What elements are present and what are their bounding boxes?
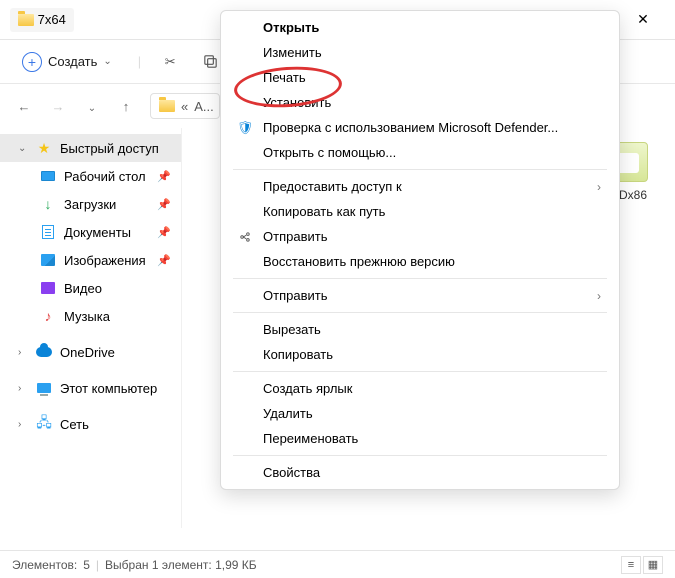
separator xyxy=(233,371,607,372)
separator xyxy=(233,312,607,313)
shield-icon: 🛡 xyxy=(237,120,253,136)
ctx-cut[interactable]: Вырезать xyxy=(221,317,619,342)
ctx-edit[interactable]: Изменить xyxy=(221,40,619,65)
cloud-icon xyxy=(36,344,52,360)
star-icon: ★ xyxy=(36,140,52,156)
sidebar-item-music[interactable]: ♪ Музыка xyxy=(0,302,181,330)
chevron-right-icon: › xyxy=(597,289,601,303)
ctx-properties[interactable]: Свойства xyxy=(221,460,619,485)
sidebar-item-network[interactable]: › 🖧 Сеть xyxy=(0,410,181,438)
forward-button[interactable]: → xyxy=(48,99,68,114)
ctx-share[interactable]: Отправить xyxy=(221,224,619,249)
view-toggle: ≡ ▦ xyxy=(621,556,663,574)
plus-icon: + xyxy=(22,52,42,72)
copy-icon[interactable] xyxy=(199,51,221,73)
pc-icon xyxy=(36,380,52,396)
chevron-down-icon[interactable]: ⌄ xyxy=(18,143,28,154)
ctx-open-with[interactable]: Открыть с помощью... xyxy=(221,140,619,165)
status-selection: Выбран 1 элемент: 1,99 КБ xyxy=(105,558,257,572)
sidebar-item-documents[interactable]: Документы 📌 xyxy=(0,218,181,246)
sidebar-item-label: Этот компьютер xyxy=(60,381,157,396)
sidebar-item-label: Видео xyxy=(64,281,102,296)
ctx-delete[interactable]: Удалить xyxy=(221,401,619,426)
ctx-copy-as-path[interactable]: Копировать как путь xyxy=(221,199,619,224)
sidebar-item-onedrive[interactable]: › OneDrive xyxy=(0,338,181,366)
folder-icon xyxy=(18,12,34,28)
window-title-chip: 7x64 xyxy=(10,8,74,32)
download-icon: ↓ xyxy=(40,196,56,212)
ctx-copy[interactable]: Копировать xyxy=(221,342,619,367)
chevron-right-icon: › xyxy=(597,180,601,194)
sidebar-item-label: Быстрый доступ xyxy=(60,141,159,156)
pin-icon: 📌 xyxy=(157,198,171,211)
view-icons-button[interactable]: ▦ xyxy=(643,556,663,574)
ctx-defender-scan[interactable]: 🛡 Проверка с использованием Microsoft De… xyxy=(221,115,619,140)
view-details-button[interactable]: ≡ xyxy=(621,556,641,574)
breadcrumb-prefix: « xyxy=(181,99,188,114)
share-icon xyxy=(237,230,253,244)
close-button[interactable]: ✕ xyxy=(621,4,665,36)
window-title: 7x64 xyxy=(38,12,66,27)
picture-icon xyxy=(40,252,56,268)
pin-icon: 📌 xyxy=(157,226,171,239)
history-dropdown[interactable]: ⌄ xyxy=(82,99,102,114)
sidebar: ⌄ ★ Быстрый доступ Рабочий стол 📌 ↓ Загр… xyxy=(0,128,182,528)
chevron-right-icon[interactable]: › xyxy=(18,419,28,430)
ctx-send-to[interactable]: Отправить› xyxy=(221,283,619,308)
separator xyxy=(233,169,607,170)
pin-icon: 📌 xyxy=(157,254,171,267)
ctx-print[interactable]: Печать xyxy=(221,65,619,90)
music-icon: ♪ xyxy=(40,308,56,324)
ctx-open[interactable]: Открыть xyxy=(221,15,619,40)
network-icon: 🖧 xyxy=(36,416,52,432)
separator xyxy=(233,278,607,279)
video-icon xyxy=(40,280,56,296)
create-button[interactable]: + Создать ⌄ xyxy=(14,48,120,76)
document-icon xyxy=(40,224,56,240)
sidebar-item-this-pc[interactable]: › Этот компьютер xyxy=(0,374,181,402)
breadcrumb: A... xyxy=(194,99,214,114)
ctx-restore-version[interactable]: Восстановить прежнюю версию xyxy=(221,249,619,274)
sidebar-item-label: Музыка xyxy=(64,309,110,324)
up-button[interactable]: ↑ xyxy=(116,99,136,114)
address-bar[interactable]: « A... xyxy=(150,93,220,119)
sidebar-item-downloads[interactable]: ↓ Загрузки 📌 xyxy=(0,190,181,218)
create-label: Создать xyxy=(48,54,97,69)
sidebar-item-label: OneDrive xyxy=(60,345,115,360)
back-button[interactable]: ← xyxy=(14,99,34,114)
cut-icon[interactable]: ✂ xyxy=(159,51,181,73)
chevron-right-icon[interactable]: › xyxy=(18,383,28,394)
chevron-down-icon: ⌄ xyxy=(103,56,111,67)
pin-icon: 📌 xyxy=(157,170,171,183)
sidebar-item-videos[interactable]: Видео xyxy=(0,274,181,302)
sidebar-item-pictures[interactable]: Изображения 📌 xyxy=(0,246,181,274)
sidebar-item-label: Документы xyxy=(64,225,131,240)
sidebar-item-quick-access[interactable]: ⌄ ★ Быстрый доступ xyxy=(0,134,181,162)
sidebar-item-desktop[interactable]: Рабочий стол 📌 xyxy=(0,162,181,190)
ctx-rename[interactable]: Переименовать xyxy=(221,426,619,451)
status-elements-count: 5 xyxy=(83,558,90,572)
desktop-icon xyxy=(40,168,56,184)
separator xyxy=(233,455,607,456)
ctx-create-shortcut[interactable]: Создать ярлык xyxy=(221,376,619,401)
sidebar-item-label: Загрузки xyxy=(64,197,116,212)
sidebar-item-label: Сеть xyxy=(60,417,89,432)
sidebar-item-label: Рабочий стол xyxy=(64,169,146,184)
status-bar: Элементов: 5 | Выбран 1 элемент: 1,99 КБ… xyxy=(0,550,675,578)
ctx-give-access[interactable]: Предоставить доступ к› xyxy=(221,174,619,199)
ctx-install[interactable]: Установить xyxy=(221,90,619,115)
chevron-right-icon[interactable]: › xyxy=(18,347,28,358)
folder-icon xyxy=(159,98,175,114)
context-menu: Открыть Изменить Печать Установить 🛡 Про… xyxy=(220,10,620,490)
status-elements-label: Элементов: xyxy=(12,558,77,572)
sidebar-item-label: Изображения xyxy=(64,253,146,268)
